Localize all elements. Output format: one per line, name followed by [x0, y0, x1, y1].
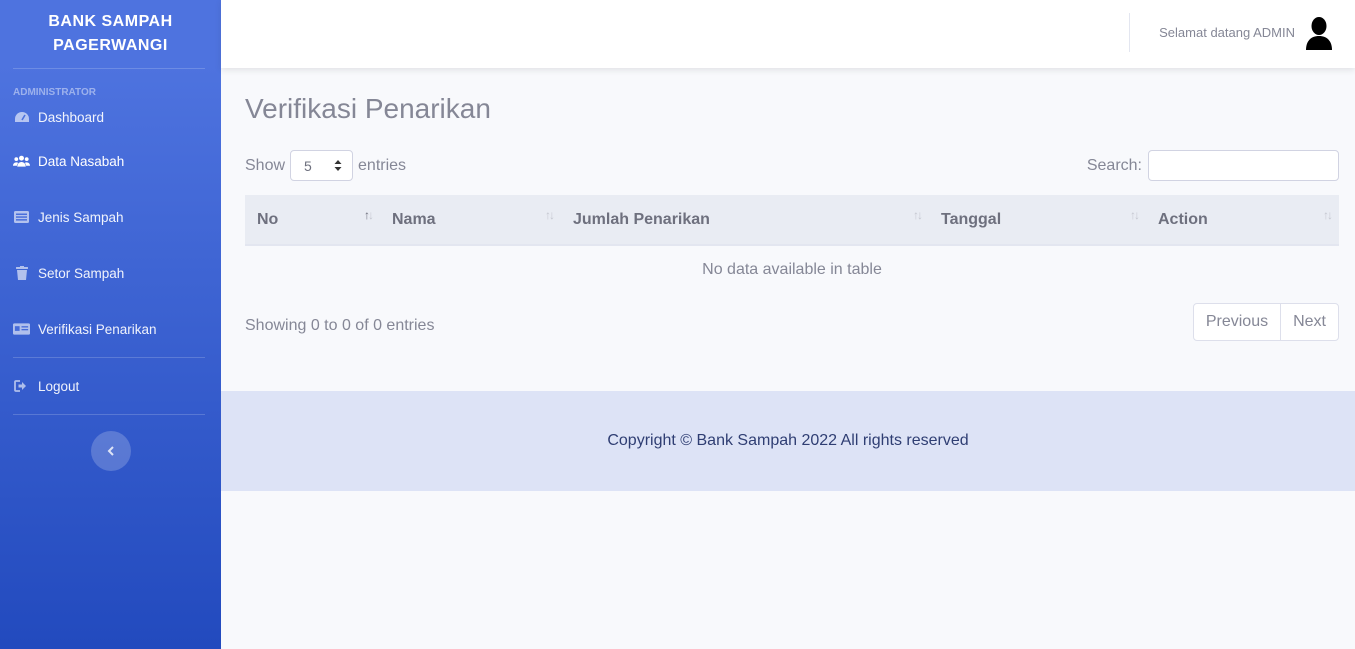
chevron-left-icon — [107, 446, 114, 456]
sidebar: BANK SAMPAH PAGERWANGI ADMINISTRATOR Das… — [0, 0, 221, 649]
entries-label: entries — [358, 156, 407, 174]
next-button[interactable]: Next — [1280, 304, 1338, 340]
sidebar-item-label: Jenis Sampah — [38, 209, 124, 225]
pagination: Previous Next — [1192, 303, 1339, 341]
id-card-icon — [13, 322, 30, 336]
data-table: No ↑↓ Nama ↑↓ Jumlah Penarikan ↑↓ Tangga… — [245, 195, 1339, 293]
user-silhouette-icon[interactable] — [1305, 16, 1333, 50]
topbar-divider — [1129, 13, 1130, 52]
sort-icon: ↑↓ — [1130, 208, 1140, 222]
sort-icon: ↑↓ — [364, 208, 374, 222]
column-header-nama[interactable]: Nama ↑↓ — [380, 195, 561, 246]
column-header-action[interactable]: Action ↑↓ — [1146, 195, 1339, 246]
column-header-jumlah-penarikan[interactable]: Jumlah Penarikan ↑↓ — [561, 195, 929, 246]
sidebar-item-setor-sampah[interactable]: Setor Sampah — [0, 245, 221, 301]
sort-icon: ↑↓ — [1323, 208, 1333, 222]
page-title: Verifikasi Penarikan — [245, 93, 491, 124]
sidebar-toggle-button[interactable] — [90, 431, 131, 471]
table-header-row: No ↑↓ Nama ↑↓ Jumlah Penarikan ↑↓ Tangga… — [245, 195, 1339, 246]
sort-icon: ↑↓ — [913, 208, 923, 222]
users-icon — [13, 154, 30, 168]
footer: Copyright © Bank Sampah 2022 All rights … — [221, 391, 1355, 491]
table-row: No data available in table — [245, 245, 1339, 293]
sidebar-item-label: Setor Sampah — [38, 265, 125, 281]
empty-table-message: No data available in table — [702, 260, 882, 278]
sidebar-item-label: Logout — [38, 378, 80, 394]
search-label: Search: — [1086, 156, 1142, 174]
sidebar-item-label: Verifikasi Penarikan — [38, 321, 157, 337]
sort-arrows-icon — [334, 160, 342, 171]
page-length-select[interactable]: 5 — [290, 150, 354, 181]
page-length-control: Show 5 entries — [245, 150, 406, 181]
trash-icon — [13, 266, 30, 280]
search-input[interactable] — [1148, 150, 1339, 181]
sort-icon: ↑↓ — [545, 208, 555, 222]
column-header-no[interactable]: No ↑↓ — [245, 195, 380, 246]
sidebar-item-label: Data Nasabah — [38, 153, 125, 169]
previous-button[interactable]: Previous — [1194, 304, 1280, 340]
tachometer-icon — [13, 110, 30, 124]
topbar: Selamat datang ADMIN — [221, 0, 1355, 68]
brand-logo-text[interactable]: BANK SAMPAH PAGERWANGI — [0, 0, 221, 68]
copyright-text: Copyright © Bank Sampah 2022 All rights … — [607, 432, 969, 449]
sidebar-item-dashboard[interactable]: Dashboard — [0, 101, 221, 133]
page-length-value: 5 — [304, 157, 312, 174]
show-label: Show — [245, 156, 286, 174]
sidebar-toggle-wrap — [0, 415, 221, 471]
sidebar-heading: ADMINISTRATOR — [13, 87, 96, 98]
sidebar-item-jenis-sampah[interactable]: Jenis Sampah — [0, 189, 221, 245]
sidebar-item-data-nasabah[interactable]: Data Nasabah — [0, 133, 221, 189]
sign-out-icon — [13, 379, 30, 393]
column-header-tanggal[interactable]: Tanggal ↑↓ — [929, 195, 1146, 246]
list-icon — [13, 210, 30, 224]
brand-name: BANK SAMPAH PAGERWANGI — [48, 13, 173, 54]
welcome-text[interactable]: Selamat datang ADMIN — [1159, 25, 1295, 40]
search-control: Search: — [1087, 150, 1339, 181]
sidebar-item-label: Dashboard — [38, 109, 105, 125]
table-info: Showing 0 to 0 of 0 entries — [245, 317, 435, 334]
